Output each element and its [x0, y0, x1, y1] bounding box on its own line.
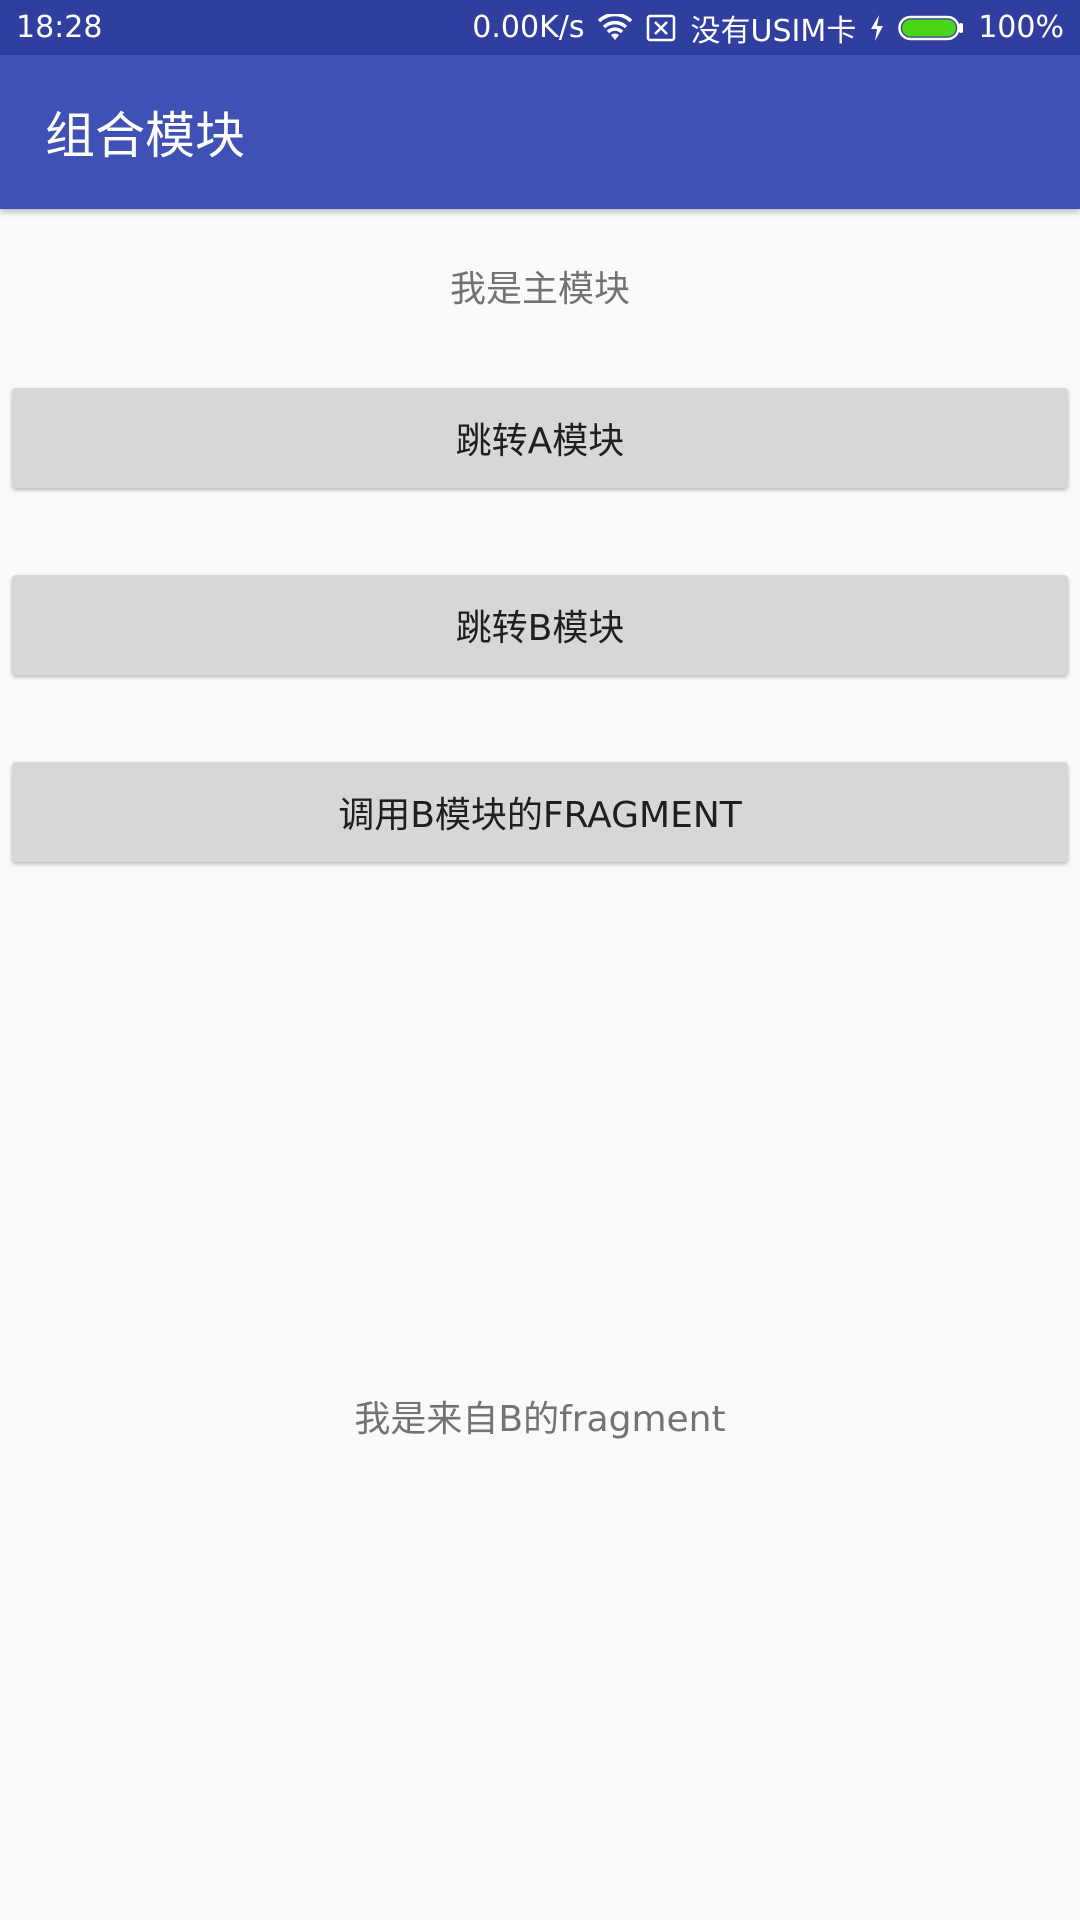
status-time: 18:28 — [16, 10, 103, 45]
app-toolbar: 组合模块 — [0, 55, 1080, 209]
status-bar: 18:28 0.00K/s 没有USIM卡 100% — [0, 0, 1080, 55]
main-module-label: 我是主模块 — [449, 269, 630, 310]
go-module-b-button[interactable]: 跳转B模块 — [12, 575, 1068, 675]
toolbar-title: 组合模块 — [45, 107, 245, 165]
fragment-text: 我是来自B的fragment — [354, 1399, 726, 1440]
wifi-icon — [598, 13, 633, 42]
battery-percent: 100% — [978, 10, 1064, 45]
net-speed: 0.00K/s — [472, 10, 585, 45]
go-module-a-button[interactable]: 跳转A模块 — [12, 388, 1068, 488]
no-sim-icon — [646, 14, 676, 42]
charging-icon — [870, 14, 884, 41]
battery-icon — [898, 15, 964, 41]
sim-status: 没有USIM卡 — [690, 13, 857, 49]
status-right-group: 0.00K/s 没有USIM卡 100% — [472, 6, 1064, 50]
call-b-fragment-button[interactable]: 调用B模块的FRAGMENT — [12, 762, 1068, 862]
